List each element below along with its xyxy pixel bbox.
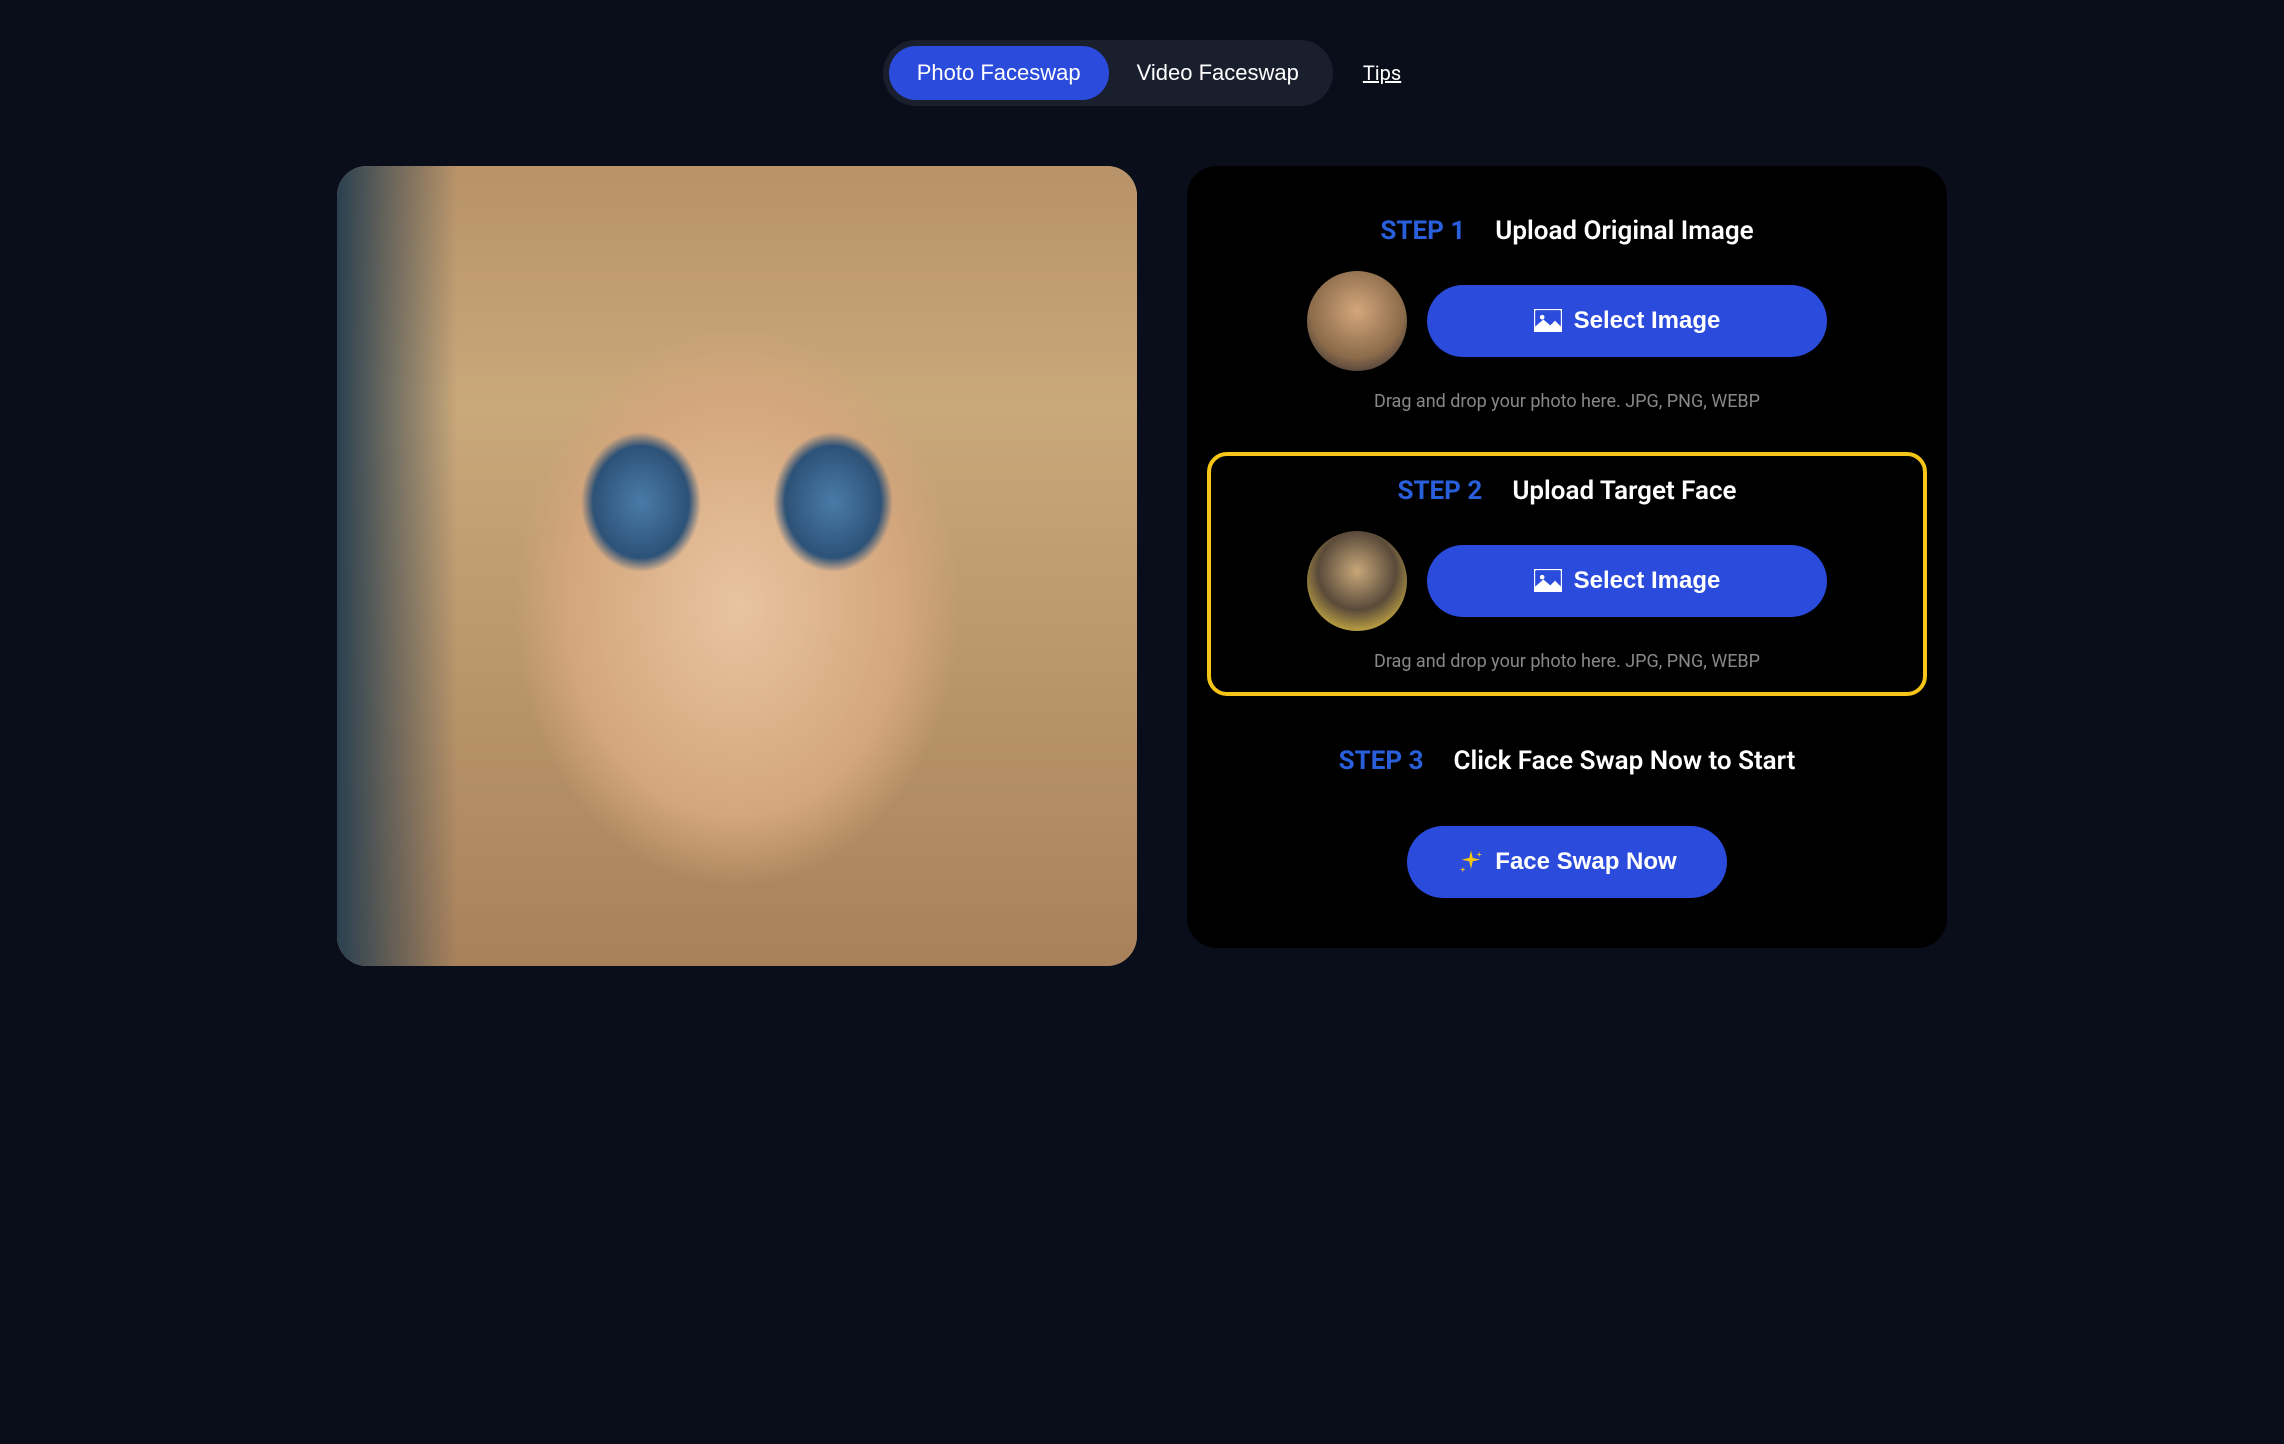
step-2-label: STEP 2 <box>1397 476 1482 506</box>
preview-face-image <box>337 166 1137 966</box>
target-face-thumbnail[interactable] <box>1307 531 1407 631</box>
select-original-image-button[interactable]: Select Image <box>1427 285 1827 357</box>
step-1-hint: Drag and drop your photo here. JPG, PNG,… <box>1227 391 1907 412</box>
original-image-thumbnail[interactable] <box>1307 271 1407 371</box>
step-3-title: Click Face Swap Now to Start <box>1454 746 1796 776</box>
tab-video-faceswap[interactable]: Video Faceswap <box>1109 46 1327 100</box>
step-2-title: Upload Target Face <box>1512 476 1736 506</box>
step-2-action-row: Select Image <box>1231 531 1903 631</box>
sparkle-icon <box>1457 848 1485 876</box>
select-original-button-label: Select Image <box>1574 307 1721 335</box>
step-1-action-row: Select Image <box>1227 271 1907 371</box>
tips-link[interactable]: Tips <box>1363 61 1401 85</box>
image-icon <box>1534 569 1562 593</box>
select-target-button-label: Select Image <box>1574 567 1721 595</box>
select-target-face-button[interactable]: Select Image <box>1427 545 1827 617</box>
step-2: STEP 2 Upload Target Face Select Image D… <box>1207 452 1927 696</box>
tab-photo-faceswap[interactable]: Photo Faceswap <box>889 46 1109 100</box>
step-1: STEP 1 Upload Original Image Select Imag… <box>1227 216 1907 412</box>
face-swap-button-label: Face Swap Now <box>1495 848 1676 876</box>
step-1-label: STEP 1 <box>1380 216 1465 246</box>
step-3: STEP 3 Click Face Swap Now to Start Face… <box>1227 746 1907 898</box>
step-1-title: Upload Original Image <box>1495 216 1753 246</box>
step-3-header: STEP 3 Click Face Swap Now to Start <box>1227 746 1907 776</box>
step-1-header: STEP 1 Upload Original Image <box>1227 216 1907 246</box>
face-swap-now-button[interactable]: Face Swap Now <box>1407 826 1726 898</box>
mode-tab-group: Photo Faceswap Video Faceswap <box>883 40 1333 106</box>
top-navigation: Photo Faceswap Video Faceswap Tips <box>40 40 2244 106</box>
image-icon <box>1534 309 1562 333</box>
step-2-header: STEP 2 Upload Target Face <box>1231 476 1903 506</box>
step-2-hint: Drag and drop your photo here. JPG, PNG,… <box>1231 651 1903 672</box>
steps-panel: STEP 1 Upload Original Image Select Imag… <box>1187 166 1947 948</box>
preview-image-panel <box>337 166 1137 966</box>
main-content: STEP 1 Upload Original Image Select Imag… <box>40 166 2244 966</box>
step-3-label: STEP 3 <box>1339 746 1424 776</box>
